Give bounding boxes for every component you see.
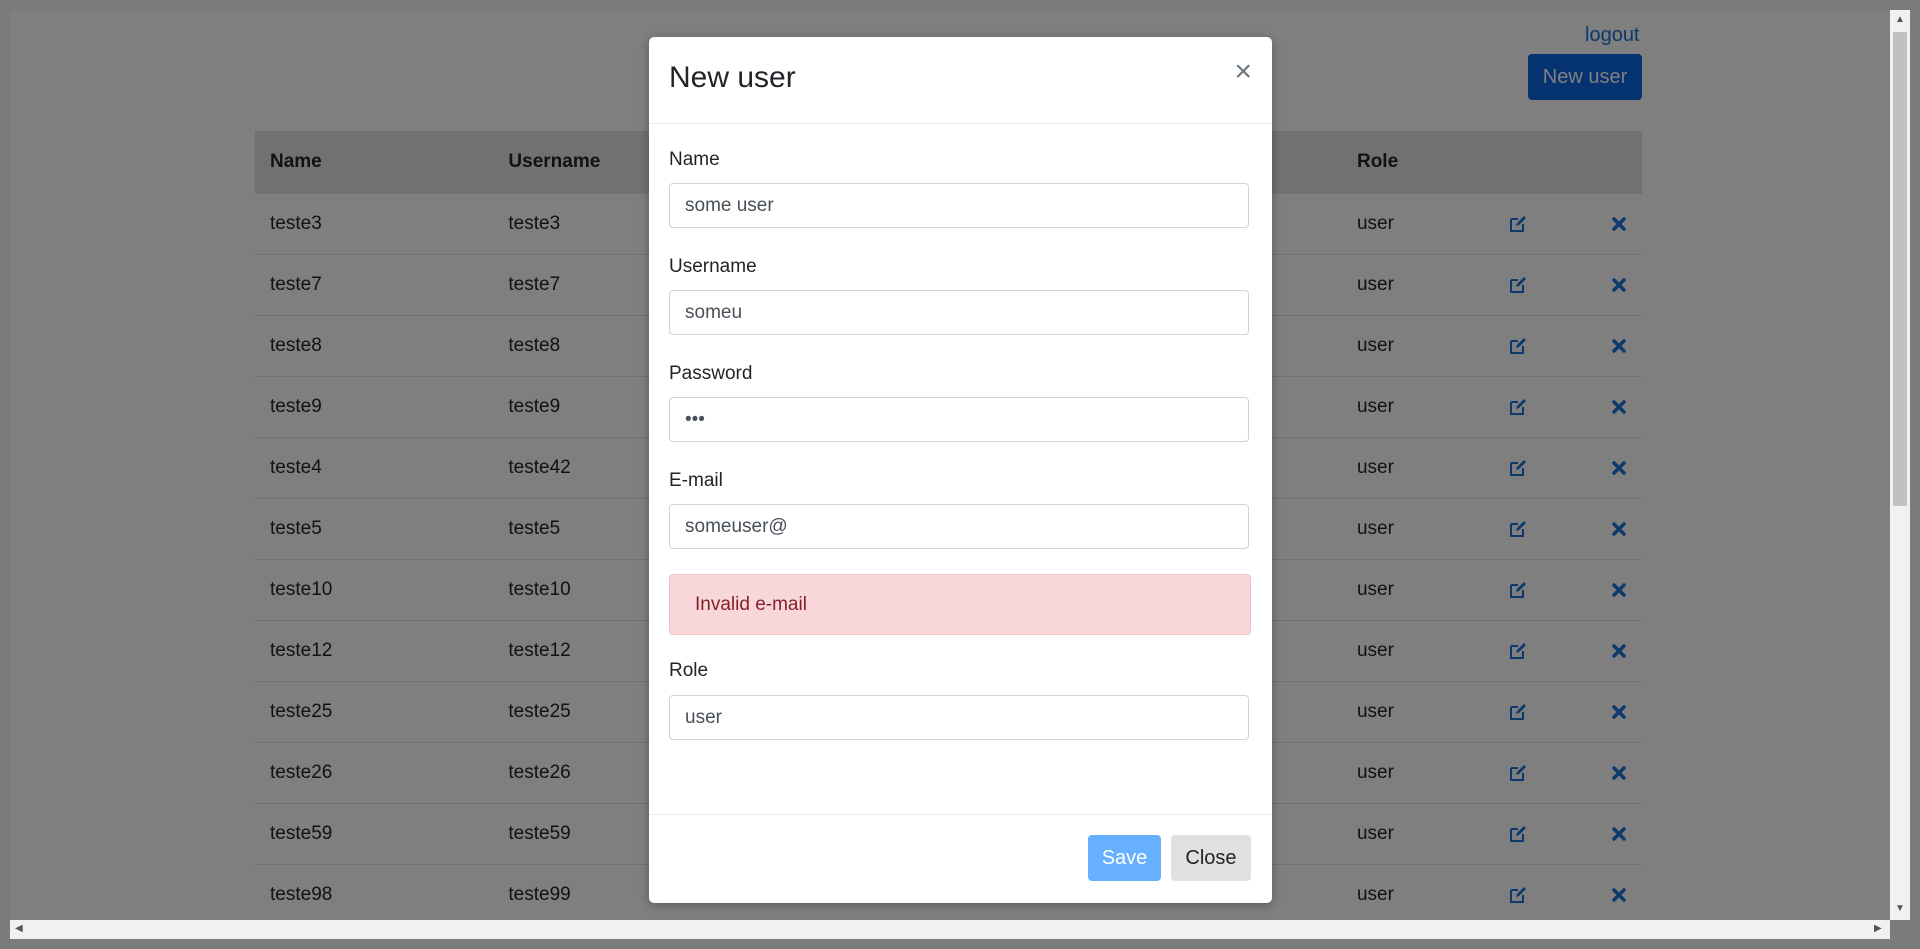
email-label: E-mail [669, 470, 723, 491]
modal-footer: Save Close [649, 814, 1272, 904]
vertical-scroll-thumb[interactable] [1893, 32, 1907, 506]
new-user-modal: New user × Name some user Username someu… [649, 37, 1272, 903]
close-icon[interactable]: × [1234, 57, 1252, 87]
scroll-down-arrow-icon[interactable]: ▼ [1895, 903, 1905, 914]
role-label: Role [669, 660, 709, 681]
email-input[interactable]: someuser@ [669, 504, 1249, 549]
scroll-up-arrow-icon[interactable]: ▲ [1895, 14, 1905, 25]
horizontal-scrollbar[interactable]: ◀ ▶ [10, 920, 1890, 939]
username-input[interactable]: someu [669, 290, 1249, 335]
password-input[interactable]: ••• [669, 397, 1249, 442]
vertical-scrollbar[interactable]: ▲ ▼ [1890, 10, 1910, 920]
username-label: Username [669, 256, 757, 277]
scroll-left-arrow-icon[interactable]: ◀ [15, 923, 23, 934]
role-input[interactable]: user [669, 695, 1249, 740]
modal-title: New user [669, 61, 796, 94]
name-input[interactable]: some user [669, 183, 1249, 228]
scroll-right-arrow-icon[interactable]: ▶ [1874, 923, 1882, 934]
close-button[interactable]: Close [1171, 835, 1251, 881]
save-button[interactable]: Save [1088, 835, 1161, 881]
email-error-alert: Invalid e-mail [669, 574, 1251, 635]
password-label: Password [669, 363, 753, 384]
modal-header: New user × [649, 37, 1272, 124]
name-label: Name [669, 149, 720, 170]
